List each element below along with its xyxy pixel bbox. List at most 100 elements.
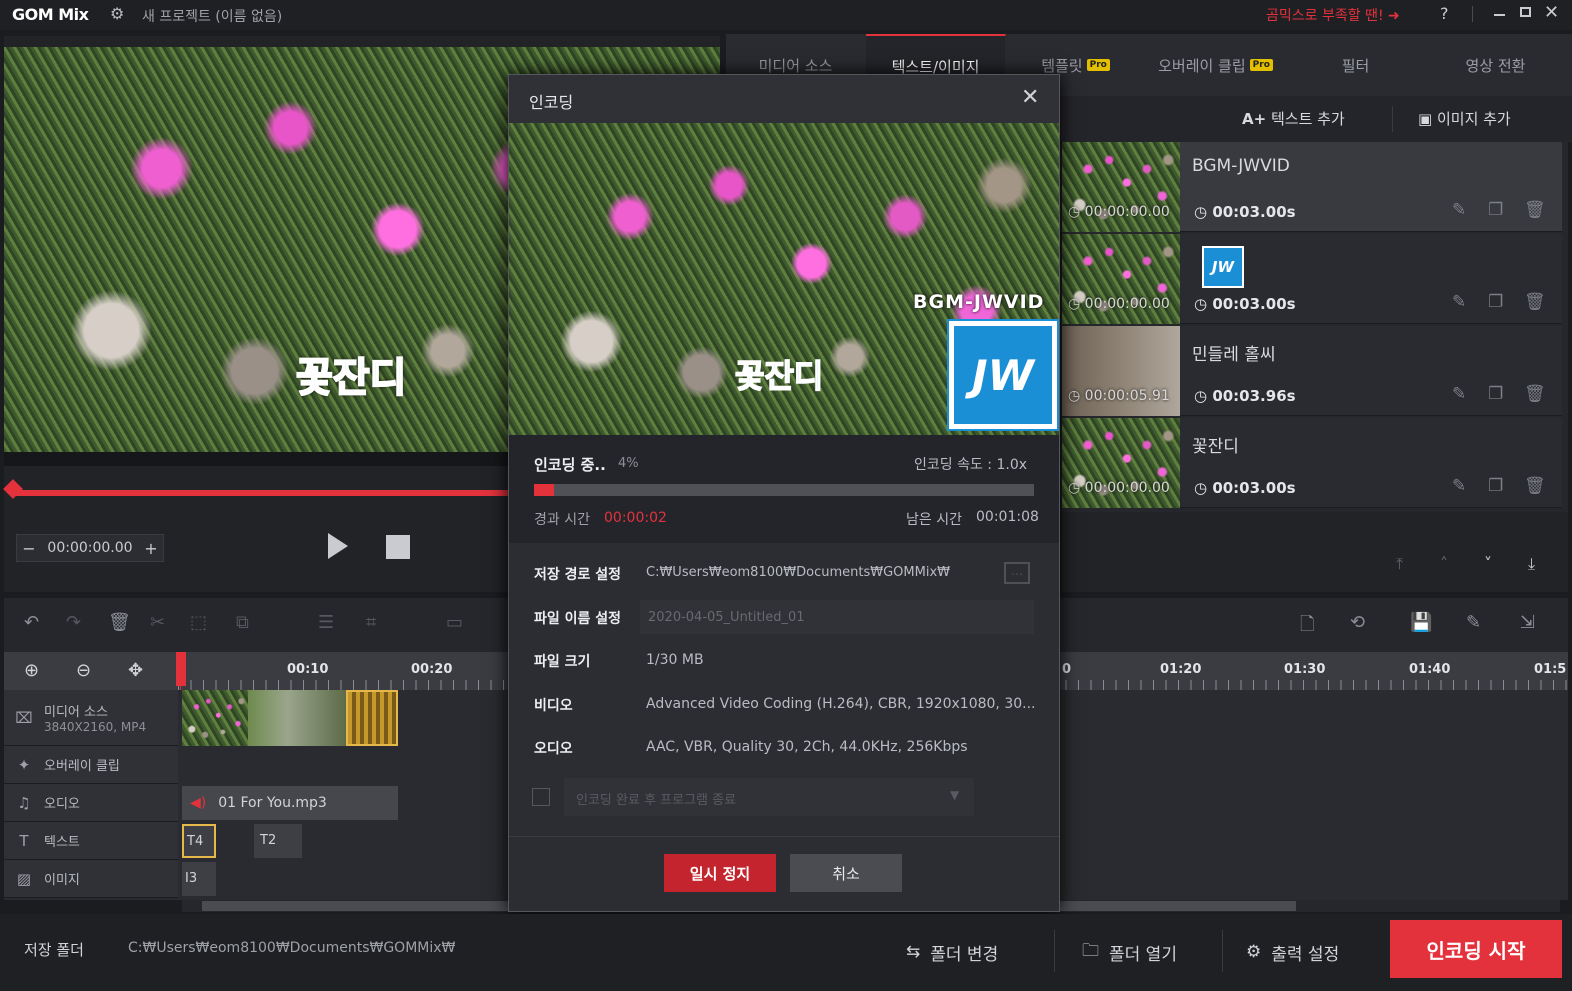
- audio-label: 오디오: [534, 741, 573, 757]
- copy-icon[interactable]: ❐: [1488, 476, 1503, 496]
- undo-icon[interactable]: ↶: [24, 612, 39, 633]
- add-text-button[interactable]: A+ 텍스트 추가: [1242, 108, 1345, 129]
- delete-icon[interactable]: 🗑: [1524, 476, 1546, 496]
- image-clip[interactable]: I3: [182, 862, 216, 896]
- open-folder-button[interactable]: 🗀 폴더 열기: [1082, 920, 1177, 984]
- close-icon[interactable]: ✕: [1544, 2, 1559, 23]
- list-item[interactable]: ◷ 00:00:00.00 꽃잔디 ◷ 00:03.00s ✎ ❐ 🗑: [1062, 418, 1562, 508]
- overlay-icon: ✦: [17, 755, 31, 774]
- audio-clip[interactable]: ◀) 01 For You.mp3: [182, 786, 398, 820]
- elapsed-time: 00:00:02: [604, 510, 667, 526]
- folder-change-icon: ⇆: [906, 942, 921, 962]
- folder-path: C:₩Users₩eom8100₩Documents₩GOMMix₩: [128, 940, 456, 956]
- save-icon[interactable]: 💾: [1410, 612, 1432, 633]
- browse-folder-icon[interactable]: …: [1004, 562, 1030, 584]
- promo-link[interactable]: 곰믹스로 부족할 땐! ➜: [1266, 5, 1400, 25]
- file-size-label: 파일 크기: [534, 654, 591, 670]
- list-item[interactable]: ◷ 00:00:05.91 민들레 홀씨 ◷ 00:03.96s ✎ ❐ 🗑: [1062, 326, 1562, 416]
- app-logo: GOM Mix: [12, 5, 89, 24]
- copy-icon[interactable]: ❐: [1488, 384, 1503, 404]
- quit-option-select[interactable]: 인코딩 완료 후 프로그램 종료 ▼: [564, 778, 974, 816]
- media-clip[interactable]: [182, 690, 248, 746]
- save-path-value: C:₩Users₩eom8100₩Documents₩GOMMix₩: [646, 565, 950, 580]
- file-size-value: 1/30 MB: [646, 652, 704, 668]
- speaker-icon: ◀): [190, 795, 207, 811]
- overlay-caption: 꽃잔디: [734, 356, 824, 396]
- item-title: 민들레 홀씨: [1192, 345, 1276, 365]
- tab-overlay-clip[interactable]: 오버레이 클립 Pro: [1146, 34, 1286, 96]
- cancel-button[interactable]: 취소: [790, 854, 902, 892]
- audio-value: AAC, VBR, Quality 30, 2Ch, 44.0KHz, 256K…: [646, 739, 968, 755]
- dialog-preview: BGM-JWVID 꽃잔디 JW: [509, 123, 1059, 435]
- maximize-icon[interactable]: [1520, 7, 1531, 17]
- play-icon[interactable]: [328, 533, 348, 559]
- preview-seek-bar[interactable]: [10, 490, 508, 496]
- media-clip[interactable]: [248, 690, 346, 746]
- video-label: 비디오: [534, 698, 573, 714]
- settings-gear-icon[interactable]: ⚙: [110, 4, 124, 23]
- pro-badge: Pro: [1086, 59, 1110, 71]
- preview-caption: 꽃잔디: [295, 354, 407, 402]
- tick-label: 00:20: [411, 662, 453, 677]
- pause-button[interactable]: 일시 정지: [664, 854, 776, 892]
- minus-icon[interactable]: −: [17, 539, 41, 558]
- edit-icon[interactable]: ✎: [1452, 200, 1466, 220]
- adjust-icon[interactable]: ☰: [318, 612, 334, 633]
- remaining-time: 00:01:08: [976, 509, 1039, 525]
- move-bottom-icon[interactable]: ⤓: [1528, 554, 1535, 574]
- zoom-in-icon[interactable]: ⊕: [24, 660, 39, 681]
- trash-icon[interactable]: 🗑: [108, 612, 131, 633]
- redo-icon[interactable]: ↷: [66, 612, 81, 633]
- frame-icon[interactable]: ▭: [446, 612, 463, 633]
- add-image-button[interactable]: ▣ 이미지 추가: [1418, 108, 1511, 129]
- load-project-icon[interactable]: ⟲: [1350, 612, 1365, 633]
- split-icon[interactable]: ⧉: [236, 612, 249, 633]
- cut-icon[interactable]: ✂: [150, 612, 165, 633]
- delete-icon[interactable]: 🗑: [1524, 200, 1546, 220]
- move-top-icon[interactable]: ⤒: [1396, 554, 1403, 574]
- close-icon[interactable]: ✕: [1021, 85, 1039, 110]
- crop-icon[interactable]: ⌗: [366, 612, 376, 633]
- stop-icon[interactable]: [386, 535, 410, 559]
- copy-icon[interactable]: ❐: [1488, 200, 1503, 220]
- tick-label: 01:20: [1160, 662, 1202, 677]
- tab-filter[interactable]: 필터: [1286, 34, 1426, 96]
- encoding-status: 인코딩 중..: [534, 456, 606, 474]
- track-media: ⌧ 미디어 소스 3840X2160, MP4: [4, 690, 178, 746]
- file-name-field[interactable]: 2020-04-05_Untitled_01: [640, 600, 1034, 634]
- plus-icon[interactable]: +: [139, 539, 163, 558]
- edit-icon[interactable]: ✎: [1452, 476, 1466, 496]
- start-encoding-button[interactable]: 인코딩 시작: [1390, 920, 1562, 978]
- jw-logo-thumbnail: JW: [1202, 246, 1244, 288]
- fit-icon[interactable]: ✥: [128, 660, 143, 681]
- move-down-icon[interactable]: ˅: [1484, 554, 1492, 573]
- tab-transition[interactable]: 영상 전환: [1426, 34, 1566, 96]
- media-clip[interactable]: [346, 690, 398, 746]
- edit-icon[interactable]: ✎: [1452, 384, 1466, 404]
- move-up-icon[interactable]: ˄: [1440, 554, 1448, 573]
- quit-option-label: 인코딩 완료 후 프로그램 종료: [576, 793, 737, 808]
- help-button[interactable]: ?: [1440, 4, 1449, 23]
- delete-icon[interactable]: 🗑: [1524, 384, 1546, 404]
- copy-icon[interactable]: ❐: [1488, 292, 1503, 312]
- playhead-handle[interactable]: [176, 652, 186, 686]
- list-item[interactable]: ◷ 00:00:00.00 JW ◷ 00:03.00s ✎ ❐ 🗑: [1062, 234, 1562, 324]
- text-clip[interactable]: T2: [254, 824, 302, 858]
- file-name-label: 파일 이름 설정: [534, 611, 622, 627]
- delete-icon[interactable]: 🗑: [1524, 292, 1546, 312]
- save-as-icon[interactable]: ✎: [1466, 612, 1481, 633]
- export-icon[interactable]: ⇲: [1520, 612, 1535, 633]
- text-clip[interactable]: T4: [182, 824, 216, 858]
- divider: [1472, 6, 1473, 22]
- new-project-icon[interactable]: 🗋: [1300, 612, 1314, 642]
- minimize-icon[interactable]: [1494, 14, 1505, 16]
- quit-checkbox[interactable]: [532, 788, 550, 806]
- output-settings-button[interactable]: ⚙ 출력 설정: [1246, 920, 1339, 984]
- edit-icon[interactable]: ✎: [1452, 292, 1466, 312]
- tick-label: 0: [1062, 662, 1072, 677]
- zoom-out-icon[interactable]: ⊖: [76, 660, 91, 681]
- select-icon[interactable]: ⬚: [190, 612, 207, 633]
- timecode-box[interactable]: − 00:00:00.00 +: [16, 534, 164, 562]
- change-folder-button[interactable]: ⇆ 폴더 변경: [906, 920, 998, 984]
- list-item[interactable]: ◷ 00:00:00.00 BGM-JWVID ◷ 00:03.00s ✎ ❐ …: [1062, 142, 1562, 232]
